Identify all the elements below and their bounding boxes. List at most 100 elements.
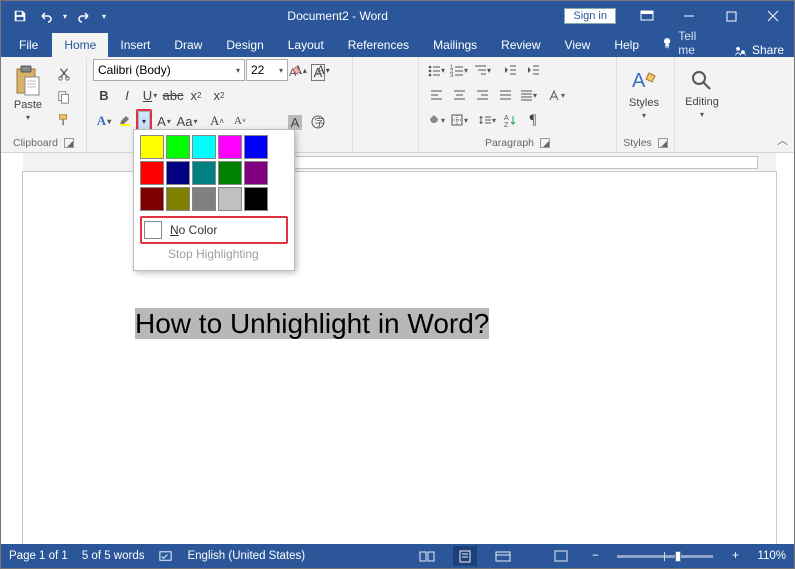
tab-file[interactable]: File: [5, 33, 52, 57]
page-number-status[interactable]: Page 1 of 1: [9, 550, 68, 562]
zoom-in-icon[interactable]: +: [727, 550, 743, 562]
distributed-icon[interactable]: ▾: [517, 84, 539, 106]
paragraph-dialog-launcher-icon[interactable]: [540, 138, 550, 148]
underline-icon[interactable]: U▾: [139, 84, 161, 106]
ribbon-display-options-icon[interactable]: [626, 1, 668, 31]
undo-icon[interactable]: [33, 3, 59, 29]
highlight-swatch[interactable]: [244, 187, 268, 211]
sort-icon[interactable]: AZ: [499, 109, 521, 131]
text-effects-icon[interactable]: A▾: [93, 110, 115, 132]
no-color-item[interactable]: No Color: [140, 216, 288, 244]
word-count-status[interactable]: 5 of 5 words: [82, 550, 145, 562]
highlight-swatch[interactable]: [218, 135, 242, 159]
italic-icon[interactable]: I: [116, 84, 138, 106]
doc-title: Document2: [287, 9, 348, 23]
paste-dropdown-icon[interactable]: ▾: [26, 113, 30, 122]
stop-highlighting-item[interactable]: Stop Highlighting: [140, 244, 288, 264]
document-text-selection[interactable]: How to Unhighlight in Word?: [135, 306, 489, 341]
highlight-swatch[interactable]: [192, 161, 216, 185]
paste-button[interactable]: Paste ▾: [7, 59, 49, 127]
superscript-icon[interactable]: x2: [208, 84, 230, 106]
zoom-slider[interactable]: [617, 555, 713, 558]
align-center-icon[interactable]: [448, 84, 470, 106]
close-icon[interactable]: [752, 1, 794, 31]
tab-mailings[interactable]: Mailings: [421, 33, 489, 57]
subscript-icon[interactable]: x2: [185, 84, 207, 106]
tab-insert[interactable]: Insert: [108, 33, 162, 57]
highlight-icon[interactable]: [116, 109, 136, 129]
svg-text:A: A: [632, 70, 646, 92]
text-highlighted: Unhighlight: [230, 308, 370, 339]
focus-mode-icon[interactable]: [549, 546, 573, 566]
highlight-swatch[interactable]: [166, 161, 190, 185]
justify-icon[interactable]: [494, 84, 516, 106]
increase-indent-icon[interactable]: [522, 59, 544, 81]
bullets-icon[interactable]: ▾: [425, 59, 447, 81]
bold-icon[interactable]: B: [93, 84, 115, 106]
highlight-swatch[interactable]: [192, 135, 216, 159]
read-mode-icon[interactable]: [415, 546, 439, 566]
phonetic-guide-icon[interactable]: A: [307, 61, 329, 83]
highlight-swatch[interactable]: [140, 135, 164, 159]
language-status[interactable]: English (United States): [187, 550, 305, 562]
tab-design[interactable]: Design: [214, 33, 275, 57]
font-size-combobox[interactable]: 22▾: [246, 59, 288, 81]
highlight-swatch[interactable]: [244, 135, 268, 159]
styles-button[interactable]: A Styles ▾: [623, 59, 665, 127]
save-icon[interactable]: [7, 3, 33, 29]
web-layout-icon[interactable]: [491, 546, 515, 566]
maximize-icon[interactable]: [710, 1, 752, 31]
share-button[interactable]: Share: [724, 43, 794, 57]
tell-me-search[interactable]: Tell me: [651, 29, 724, 57]
collapse-ribbon-icon[interactable]: ︿: [777, 132, 788, 148]
clear-formatting-icon[interactable]: A: [284, 61, 306, 83]
asian-layout-icon[interactable]: ▾: [545, 84, 567, 106]
tab-home[interactable]: Home: [52, 33, 108, 57]
zoom-out-icon[interactable]: −: [587, 550, 603, 562]
sign-in-button[interactable]: Sign in: [564, 8, 616, 24]
enclose-characters-icon[interactable]: 字: [307, 111, 329, 133]
highlight-color-grid: [140, 135, 288, 211]
decrease-indent-icon[interactable]: [499, 59, 521, 81]
font-name-combobox[interactable]: Calibri (Body)▾: [93, 59, 245, 81]
strikethrough-icon[interactable]: abc: [162, 84, 184, 106]
tab-references[interactable]: References: [336, 33, 421, 57]
styles-dialog-launcher-icon[interactable]: [658, 138, 668, 148]
print-layout-icon[interactable]: [453, 546, 477, 566]
highlight-swatch[interactable]: [244, 161, 268, 185]
highlight-dropdown-icon[interactable]: ▾: [138, 111, 150, 131]
copy-icon[interactable]: [53, 86, 75, 108]
zoom-level[interactable]: 110%: [757, 550, 786, 562]
redo-icon[interactable]: [71, 3, 97, 29]
highlight-swatch[interactable]: [166, 135, 190, 159]
qat-customize-icon[interactable]: ▾: [97, 3, 111, 29]
minimize-icon[interactable]: [668, 1, 710, 31]
tab-review[interactable]: Review: [489, 33, 552, 57]
align-left-icon[interactable]: [425, 84, 447, 106]
cut-icon[interactable]: [53, 63, 75, 85]
highlight-swatch[interactable]: [140, 161, 164, 185]
tab-help[interactable]: Help: [602, 33, 651, 57]
spellcheck-icon[interactable]: [158, 549, 173, 564]
tab-view[interactable]: View: [553, 33, 603, 57]
format-painter-icon[interactable]: [53, 109, 75, 131]
highlight-swatch[interactable]: [192, 187, 216, 211]
highlight-swatch[interactable]: [166, 187, 190, 211]
ribbon-tabs: File Home Insert Draw Design Layout Refe…: [1, 31, 794, 57]
align-right-icon[interactable]: [471, 84, 493, 106]
clipboard-dialog-launcher-icon[interactable]: [64, 138, 74, 148]
multilevel-list-icon[interactable]: ▾: [471, 59, 493, 81]
titlebar: ▾ ▾ Document2 - Word Sign in: [1, 1, 794, 31]
undo-dropdown-icon[interactable]: ▾: [59, 3, 71, 29]
highlight-swatch[interactable]: [218, 161, 242, 185]
tab-draw[interactable]: Draw: [162, 33, 214, 57]
show-hide-icon[interactable]: ¶: [522, 109, 544, 131]
tab-layout[interactable]: Layout: [276, 33, 336, 57]
highlight-swatch[interactable]: [140, 187, 164, 211]
editing-button[interactable]: Editing ▾: [681, 59, 723, 127]
line-spacing-icon[interactable]: ▾: [476, 109, 498, 131]
shading-icon[interactable]: ▾: [425, 109, 447, 131]
highlight-swatch[interactable]: [218, 187, 242, 211]
numbering-icon[interactable]: 123▾: [448, 59, 470, 81]
borders-icon[interactable]: ▾: [448, 109, 470, 131]
